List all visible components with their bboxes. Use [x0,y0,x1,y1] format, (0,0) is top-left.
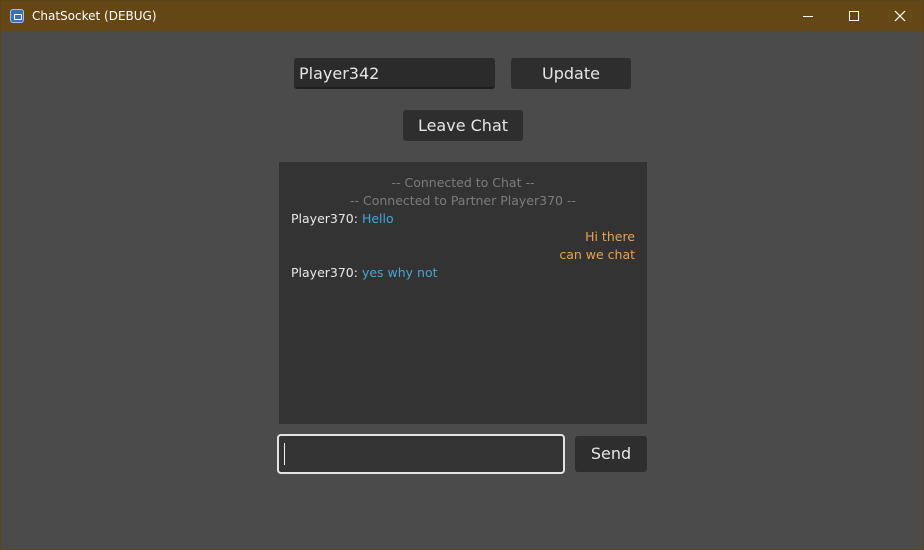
text-caret [284,443,285,465]
app-icon [10,9,24,23]
message-input[interactable] [277,434,565,474]
system-message: -- Connected to Chat -- [391,175,535,190]
send-button[interactable]: Send [575,436,647,472]
window-title: ChatSocket (DEBUG) [32,9,157,23]
chat-log[interactable]: -- Connected to Chat -- -- Connected to … [279,162,647,424]
message-sender: Player370: [291,211,358,226]
message-text: yes why not [361,265,438,280]
update-button[interactable]: Update [511,58,631,89]
close-icon [894,10,906,22]
title-bar[interactable]: ChatSocket (DEBUG) [1,1,923,31]
message-sender: Player370: [291,265,358,280]
player-name-input[interactable]: Player342 [294,58,495,89]
maximize-button[interactable] [831,1,877,31]
partner-message: Player370: Hello [291,210,635,228]
maximize-icon [849,11,859,21]
partner-message: Player370: yes why not [291,264,635,282]
own-message: Hi there [585,229,635,244]
leave-chat-button[interactable]: Leave Chat [403,110,523,141]
minimize-button[interactable] [785,1,831,31]
own-message: can we chat [559,247,635,262]
message-text: Hello [361,211,394,226]
system-message: -- Connected to Partner Player370 -- [350,193,576,208]
close-button[interactable] [877,1,923,31]
minimize-icon [803,16,813,17]
app-window: ChatSocket (DEBUG) Player342 Update Leav… [0,0,924,550]
